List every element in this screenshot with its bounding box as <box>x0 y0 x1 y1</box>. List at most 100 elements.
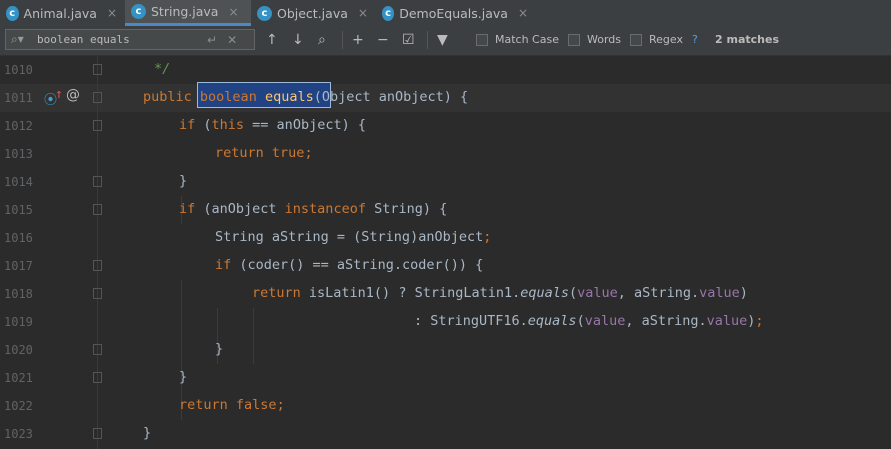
regex-checkbox[interactable]: Regex ? <box>630 33 698 46</box>
code-fragment <box>264 145 272 161</box>
code-fragment: ( <box>576 313 585 329</box>
next-occurrence-icon[interactable]: ↓ <box>292 31 304 49</box>
keyword: instanceof <box>284 201 366 217</box>
keyword: false <box>235 397 277 413</box>
code-fragment: (anObject <box>195 201 285 217</box>
tab-object-java[interactable]: c Object.java × <box>251 0 376 26</box>
filter-icon[interactable]: ▼ <box>437 31 448 49</box>
remove-occurrence-icon[interactable]: − <box>377 31 389 49</box>
tab-string-java[interactable]: c String.java × <box>125 0 251 26</box>
line-number: 1016 <box>4 231 33 245</box>
fold-marker-icon[interactable] <box>93 176 102 187</box>
java-class-icon: c <box>131 4 146 19</box>
fold-marker-icon[interactable] <box>93 120 102 131</box>
code-line: 1020 } <box>0 336 891 364</box>
tab-label: String.java <box>151 4 219 19</box>
code-line: 1015 if (anObject instanceof String) { <box>0 196 891 224</box>
match-count: 2 matches <box>715 33 779 46</box>
keyword: if <box>179 201 196 217</box>
line-number: 1020 <box>4 343 33 357</box>
code-fragment: , aString. <box>617 285 700 301</box>
line-number: 1022 <box>4 399 33 413</box>
code-line: 1013 return true; <box>0 140 891 168</box>
search-input[interactable] <box>37 33 197 46</box>
fold-marker-icon[interactable] <box>93 344 102 355</box>
code-fragment <box>228 397 236 413</box>
regex-help-link[interactable]: ? <box>692 33 698 46</box>
search-history-icon[interactable]: ⌕▾ <box>11 32 33 47</box>
new-line-icon[interactable]: ↵ <box>207 33 217 47</box>
code-text: : StringUTF16.equals(value, aString.valu… <box>414 313 764 329</box>
clear-search-icon[interactable]: ✕ <box>227 33 237 47</box>
tab-demoequals-java[interactable]: c DemoEquals.java × <box>376 0 536 26</box>
code-editor[interactable]: 1010 */ 1011 ⦿ ↑ @ public boolean equals… <box>0 56 891 449</box>
words-label: Words <box>587 33 622 46</box>
regex-label: Regex <box>649 33 683 46</box>
add-occurrence-icon[interactable]: + <box>352 31 364 49</box>
code-fragment: ; <box>755 313 764 329</box>
close-icon[interactable]: × <box>358 6 368 20</box>
words-checkbox[interactable]: Words <box>568 33 621 46</box>
editor-tab-bar: c Animal.java × c String.java × c Object… <box>0 0 891 27</box>
line-number: 1012 <box>4 119 33 133</box>
tab-label: Animal.java <box>23 5 97 21</box>
search-field[interactable]: ⌕▾ ↵ ✕ <box>5 29 255 50</box>
code-fragment: == anObject) { <box>244 117 366 133</box>
fold-marker-icon[interactable] <box>93 204 102 215</box>
keyword: public <box>143 89 192 105</box>
keyword: return <box>215 145 264 161</box>
code-fragment: String) { <box>365 201 448 217</box>
code-fragment: , aString. <box>625 313 707 329</box>
match-case-checkbox[interactable]: Match Case <box>476 33 559 46</box>
match-case-label: Match Case <box>495 33 559 46</box>
code-fragment: ( <box>195 117 212 133</box>
code-text: return true; <box>215 145 313 161</box>
close-icon[interactable]: × <box>518 6 528 20</box>
tab-animal-java[interactable]: c Animal.java × <box>0 0 125 26</box>
keyword: true <box>271 145 305 161</box>
code-fragment: : StringUTF16. <box>414 313 528 329</box>
checkbox-box[interactable] <box>568 33 580 46</box>
fold-marker-icon[interactable] <box>93 428 102 439</box>
keyword: if <box>215 257 232 273</box>
annotation-icon[interactable]: @ <box>66 87 80 103</box>
code-fragment: (Object anObject) { <box>313 89 469 105</box>
close-icon[interactable]: × <box>107 6 117 20</box>
find-all-icon[interactable]: ⌕ <box>318 31 326 49</box>
code-line: 1012 if (this == anObject) { <box>0 112 891 140</box>
fold-marker-icon[interactable] <box>93 64 102 75</box>
line-number: 1018 <box>4 287 33 301</box>
field-ref: value <box>584 313 626 329</box>
fold-marker-icon[interactable] <box>93 260 102 271</box>
select-all-occurrences-icon[interactable]: ☑ <box>402 31 415 49</box>
checkbox-box[interactable] <box>630 33 642 46</box>
code-line: 1010 */ <box>0 56 891 84</box>
line-number: 1017 <box>4 259 33 273</box>
code-text: return false; <box>179 397 285 413</box>
checkbox-box[interactable] <box>476 33 488 46</box>
code-text: } <box>143 425 152 441</box>
code-text: if (this == anObject) { <box>179 117 366 133</box>
code-fragment: String aString = (String)anObject <box>215 229 484 245</box>
code-line: 1017 if (coder() == aString.coder()) { <box>0 252 891 280</box>
fold-marker-icon[interactable] <box>93 288 102 299</box>
toolbar-divider <box>427 31 428 49</box>
code-fragment: ; <box>483 229 492 245</box>
code-text: if (anObject instanceof String) { <box>179 201 447 217</box>
line-number: 1013 <box>4 147 33 161</box>
close-icon[interactable]: × <box>228 5 238 19</box>
fold-marker-icon[interactable] <box>93 372 102 383</box>
code-line: 1018 return isLatin1() ? StringLatin1.eq… <box>0 280 891 308</box>
fold-marker-icon[interactable] <box>93 92 102 103</box>
java-class-icon: c <box>6 5 19 21</box>
overridden-arrow-icon[interactable]: ↑ <box>55 87 63 102</box>
previous-occurrence-icon[interactable]: ↑ <box>266 31 278 49</box>
code-line: 1011 ⦿ ↑ @ public boolean equals(Object … <box>0 84 891 112</box>
code-text: return isLatin1() ? StringLatin1.equals(… <box>252 285 748 301</box>
keyword: if <box>179 117 196 133</box>
line-number: 1023 <box>4 427 33 441</box>
toolbar-divider <box>342 31 343 49</box>
java-class-icon: c <box>382 5 395 21</box>
field-ref: value <box>699 285 740 301</box>
code-line: 1019 : StringUTF16.equals(value, aString… <box>0 308 891 336</box>
